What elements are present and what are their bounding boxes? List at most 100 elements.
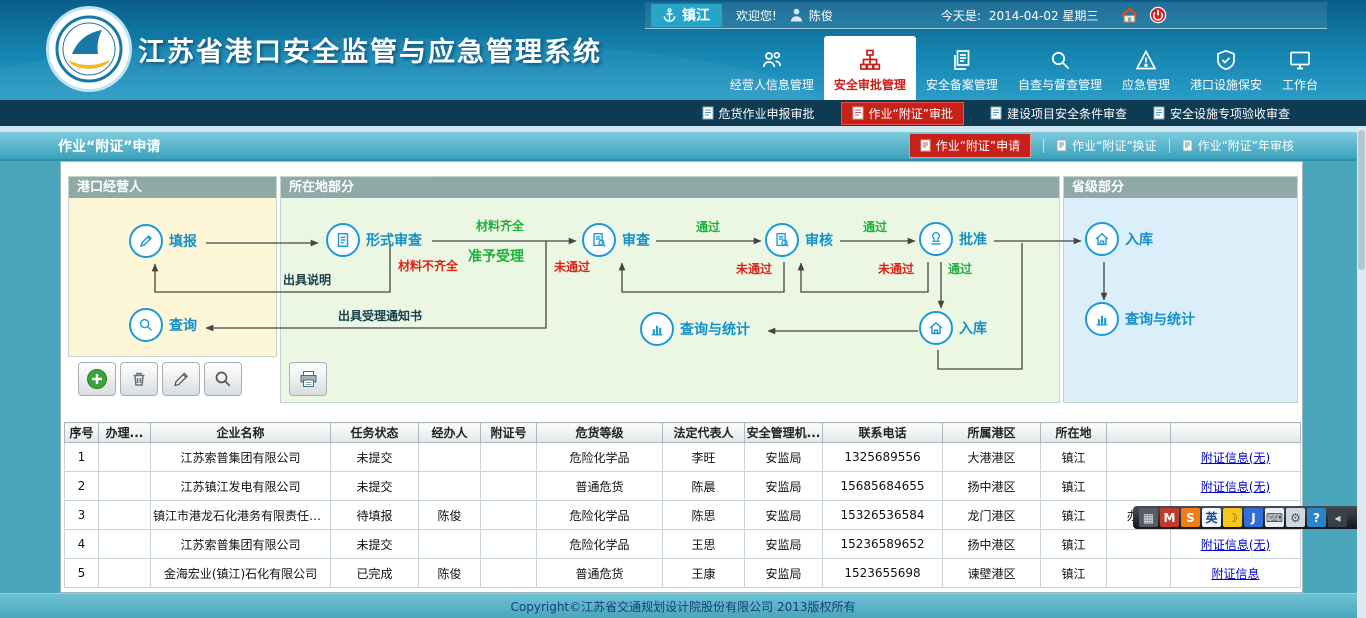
table-cell: 安监局 [745, 443, 823, 472]
table-cell: 陈思 [663, 501, 745, 530]
permit-info-link[interactable]: 附证信息(无) [1201, 538, 1270, 552]
table-cell: 危险化学品 [537, 501, 663, 530]
table-row[interactable]: 3镇江市港龙石化港务有限责任公...待填报陈俊危险化学品陈思安监局1532653… [65, 501, 1301, 530]
tab-label: 作业“附证”申请 [936, 137, 1020, 154]
subnav-item-permit-approval[interactable]: 作业“附证”审批 [841, 102, 964, 125]
nav-label: 安全审批管理 [834, 76, 906, 93]
nav-item-self-inspection[interactable]: 自查与督查管理 [1008, 42, 1112, 100]
tab-separator [1169, 139, 1170, 153]
doc-search-icon [765, 223, 799, 257]
table-cell: 2 [65, 472, 99, 501]
scrollbar-thumb[interactable] [1358, 130, 1365, 270]
help-icon[interactable]: ? [1307, 508, 1326, 527]
table-cell: 15326536584 [823, 501, 943, 530]
table-cell: 附证信息(无) [1171, 443, 1301, 472]
tab-separator [1043, 139, 1044, 153]
table-cell: 3 [65, 501, 99, 530]
table-row[interactable]: 2江苏镇江发电有限公司未提交普通危货陈晨安监局15685684655扬中港区镇江… [65, 472, 1301, 501]
footer: Copyright©江苏省交通规划设计院股份有限公司 2013版权所有 [0, 593, 1366, 618]
collapse-arrow-icon[interactable]: ◂ [1328, 508, 1347, 527]
table-cell: 大港港区 [943, 443, 1041, 472]
form-icon [326, 223, 360, 257]
tools-icon[interactable]: ⚙ [1286, 508, 1305, 527]
table-cell: 安监局 [745, 530, 823, 559]
table-row[interactable]: 4江苏索普集团有限公司未提交危险化学品王思安监局15236589652扬中港区镇… [65, 530, 1301, 559]
subnav-item-construction-review[interactable]: 建设项目安全条件审查 [990, 105, 1127, 122]
edge-label-materials-incomplete: 材料不齐全 [398, 257, 458, 274]
username[interactable]: 陈俊 [809, 7, 833, 24]
column-header: 联系电话 [823, 423, 943, 443]
nav-item-emergency[interactable]: 应急管理 [1112, 42, 1180, 100]
tab-label: 作业“附证”年审核 [1198, 137, 1294, 154]
pencil-icon [129, 224, 163, 258]
table-cell: 陈俊 [419, 501, 481, 530]
permit-info-link[interactable]: 附证信息(无) [1201, 451, 1270, 465]
edge-label-acceptance-notice: 出具受理通知书 [338, 307, 422, 324]
table-cell: 镇江 [1041, 501, 1107, 530]
logo [46, 6, 132, 92]
table-cell [99, 559, 151, 588]
home-icon[interactable] [1120, 7, 1139, 24]
subnav-label: 危货作业申报审批 [719, 105, 815, 122]
flow-node-formal-review: 形式审查 [326, 223, 422, 257]
column-header: 所在地 [1041, 423, 1107, 443]
nav-item-safety-approval[interactable]: 安全审批管理 [824, 36, 916, 100]
city-badge[interactable]: 镇江 [651, 4, 722, 27]
table-row[interactable]: 1江苏索普集团有限公司未提交危险化学品李旺安监局1325689556大港港区镇江… [65, 443, 1301, 472]
edge-label-review-passed: 通过 [696, 218, 720, 235]
ime-j-icon[interactable]: J [1244, 508, 1263, 527]
tab-permit-annual-review[interactable]: 作业“附证”年审核 [1182, 137, 1294, 154]
table-cell: 5 [65, 559, 99, 588]
moon-icon[interactable]: ☽ [1223, 508, 1242, 527]
delete-button[interactable] [120, 362, 158, 396]
tab-permit-renew[interactable]: 作业“附证”换证 [1056, 137, 1156, 154]
approval-flow-icon [858, 48, 882, 72]
document-icon [990, 106, 1002, 120]
search-button[interactable] [204, 362, 242, 396]
home-icon [919, 311, 953, 345]
edit-button[interactable] [162, 362, 200, 396]
table-cell: 镇江市港龙石化港务有限责任公... [151, 501, 331, 530]
operators-icon [760, 48, 784, 72]
ime-m-icon[interactable]: M [1160, 508, 1179, 527]
tab-permit-apply[interactable]: 作业“附证”申请 [909, 133, 1031, 158]
subnav-label: 作业“附证”审批 [869, 105, 953, 122]
edge-label-approve-failed: 未通过 [878, 260, 914, 277]
language-bar[interactable]: ▦MS英☽J⌨⚙?◂ [1133, 506, 1366, 529]
document-icon [702, 106, 714, 120]
table-cell [99, 472, 151, 501]
column-header: 安全管理机... [745, 423, 823, 443]
nav-item-safety-records[interactable]: 安全备案管理 [916, 42, 1008, 100]
page-scrollbar[interactable] [1357, 128, 1366, 618]
panel-province: 省级部分 [1063, 176, 1298, 403]
secondary-nav: 危货作业申报审批 作业“附证”审批 建设项目安全条件审查 安全设施专项验收审查 [0, 100, 1366, 126]
nav-item-workbench[interactable]: 工作台 [1272, 42, 1328, 100]
table-cell: 普通危货 [537, 472, 663, 501]
table-cell: 未提交 [331, 530, 419, 559]
nav-item-facility-security[interactable]: 港口设施保安 [1180, 42, 1272, 100]
security-shield-icon [1214, 48, 1238, 72]
permit-info-link[interactable]: 附证信息(无) [1201, 480, 1270, 494]
column-header: 企业名称 [151, 423, 331, 443]
table-cell: 镇江 [1041, 443, 1107, 472]
subnav-label: 安全设施专项验收审查 [1170, 105, 1290, 122]
subnav-item-dangerous-goods-approval[interactable]: 危货作业申报审批 [702, 105, 815, 122]
stamp-icon [919, 222, 953, 256]
sogou-ime-icon[interactable]: S [1181, 508, 1200, 527]
table-cell [99, 530, 151, 559]
print-button[interactable] [289, 362, 327, 396]
table-cell: 龙门港区 [943, 501, 1041, 530]
drag-handle-icon[interactable]: ▦ [1139, 508, 1158, 527]
bar-chart-icon [640, 312, 674, 346]
logout-power-icon[interactable] [1149, 6, 1167, 24]
table-cell: 1523655698 [823, 559, 943, 588]
add-button[interactable] [78, 362, 116, 396]
table-cell [1107, 472, 1171, 501]
subnav-item-facility-acceptance[interactable]: 安全设施专项验收审查 [1153, 105, 1290, 122]
nav-item-operator-info[interactable]: 经营人信息管理 [720, 42, 824, 100]
soft-keyboard-icon[interactable]: ⌨ [1265, 508, 1284, 527]
table-cell: 金海宏业(镇江)石化有限公司 [151, 559, 331, 588]
english-mode-icon[interactable]: 英 [1202, 508, 1221, 527]
table-row[interactable]: 5金海宏业(镇江)石化有限公司已完成陈俊普通危货王康安监局1523655698谏… [65, 559, 1301, 588]
permit-info-link[interactable]: 附证信息 [1211, 567, 1259, 581]
